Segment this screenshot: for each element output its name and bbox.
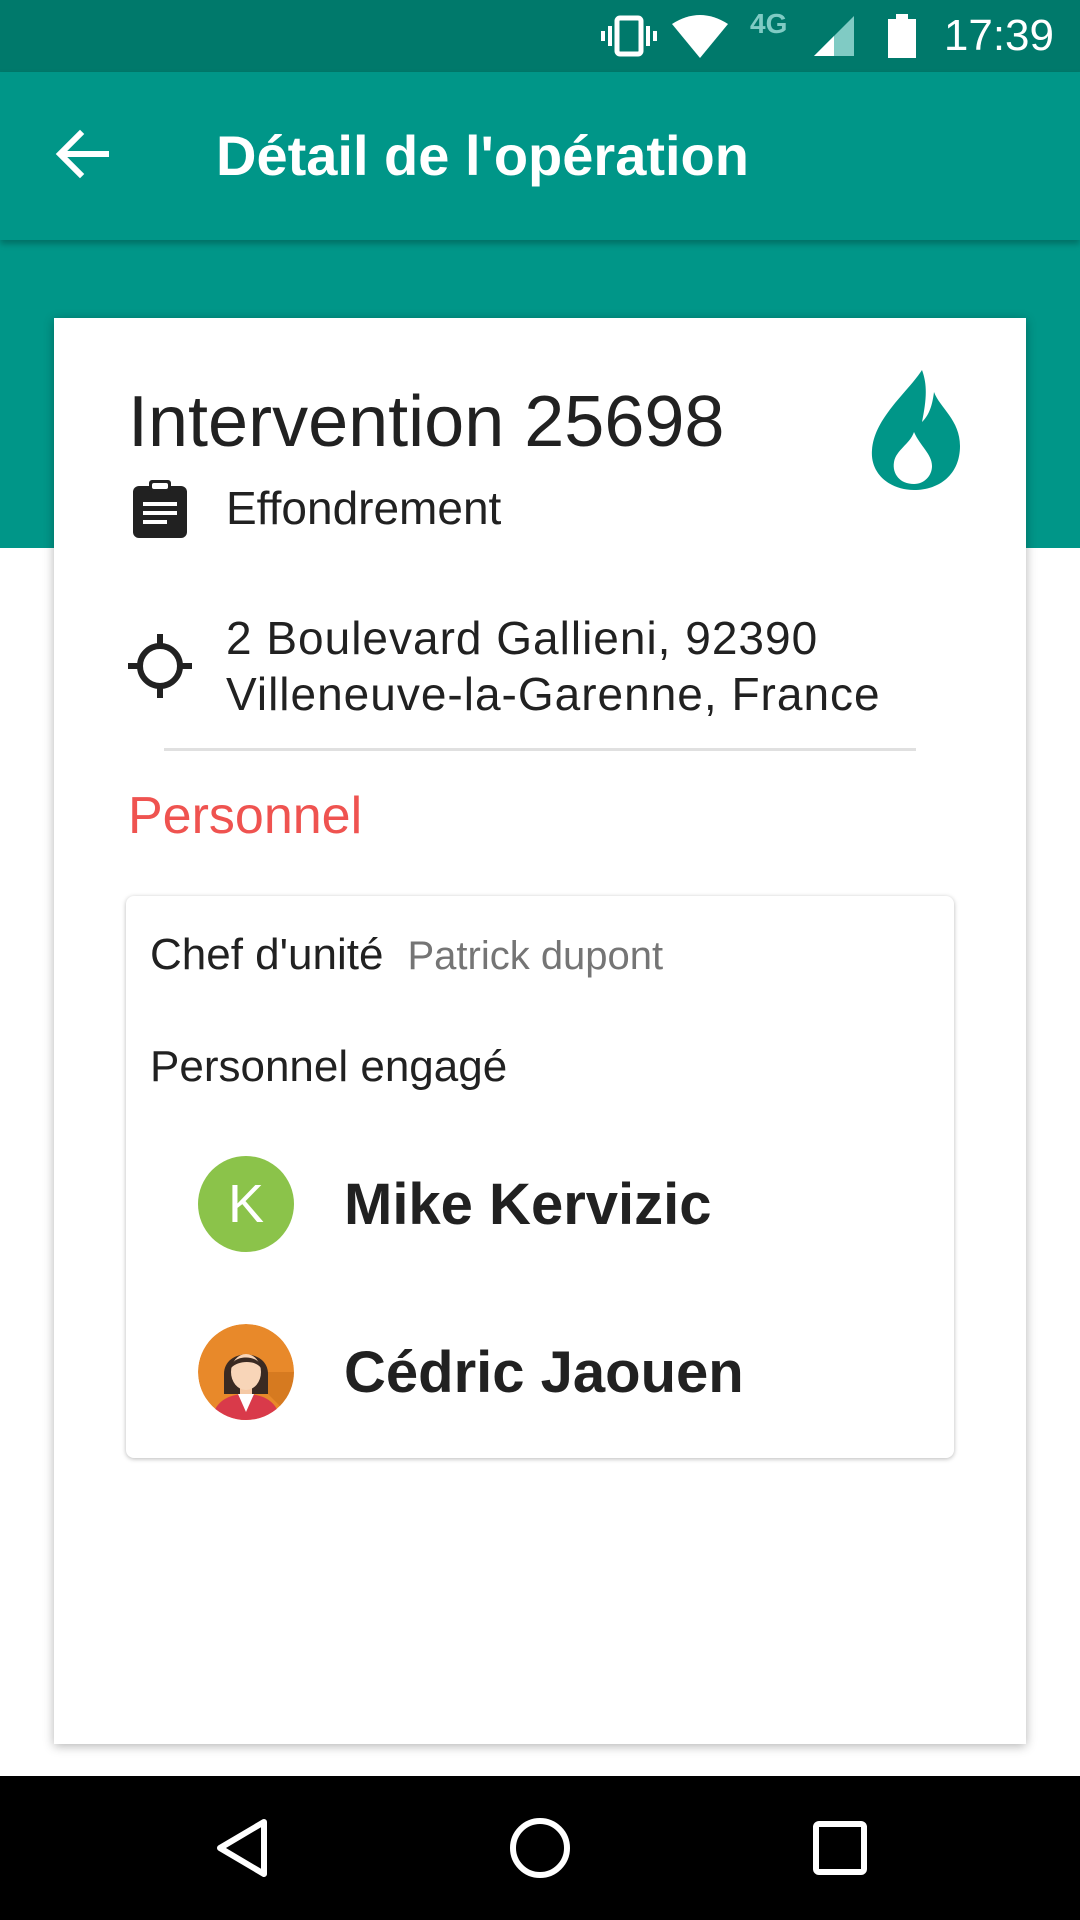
- status-bar: 4G 17:39: [0, 0, 1080, 72]
- operation-title: Intervention 25698: [128, 382, 725, 462]
- status-time: 17:39: [943, 11, 1054, 60]
- vibrate-icon: [601, 15, 657, 57]
- back-triangle-icon: [217, 1819, 267, 1877]
- page-title: Détail de l'opération: [216, 124, 749, 187]
- operation-card: Intervention 25698 Effondrement 2 Boulev…: [54, 318, 1026, 1744]
- back-button[interactable]: [50, 122, 114, 186]
- clipboard-icon: [128, 476, 192, 540]
- personnel-section-title: Personnel: [128, 787, 363, 845]
- person-avatar-icon: [198, 1324, 294, 1420]
- crosshair-icon: [128, 634, 192, 698]
- member-name: Mike Kervizic: [344, 1171, 712, 1237]
- operation-type-row: Effondrement: [128, 476, 501, 540]
- battery-icon: [888, 14, 916, 58]
- operation-address-row: 2 Boulevard Gallieni, 92390 Villeneuve-l…: [128, 610, 881, 722]
- operation-type: Effondrement: [226, 482, 502, 534]
- member-name: Cédric Jaouen: [344, 1339, 744, 1405]
- system-nav-bar: [0, 1776, 1080, 1920]
- unit-chief-label: Chef d'unité: [150, 930, 384, 979]
- engaged-personnel-label: Personnel engagé: [150, 1042, 508, 1091]
- divider: [164, 748, 916, 751]
- avatar: [198, 1324, 294, 1420]
- home-circle-icon: [510, 1818, 570, 1878]
- personnel-card: Chef d'unité Patrick dupont Personnel en…: [126, 896, 954, 1458]
- network-type-label: 4G: [750, 8, 788, 39]
- flame-icon: [871, 370, 960, 490]
- wifi-icon: [672, 15, 728, 58]
- operation-address: 2 Boulevard Gallieni, 92390 Villeneuve-l…: [226, 610, 881, 722]
- nav-back-button[interactable]: [206, 1812, 278, 1884]
- app-bar: Détail de l'opération: [0, 72, 1080, 240]
- address-line-2: Villeneuve-la-Garenne, France: [226, 668, 881, 720]
- nav-home-button[interactable]: [504, 1812, 576, 1884]
- cell-signal-icon: [814, 16, 854, 56]
- unit-chief-value: Patrick dupont: [407, 934, 664, 978]
- recents-square-icon: [813, 1821, 867, 1875]
- nav-recents-button[interactable]: [804, 1812, 876, 1884]
- address-line-1: 2 Boulevard Gallieni, 92390: [226, 612, 819, 664]
- arrow-back-icon: [55, 129, 109, 179]
- avatar: K: [198, 1156, 294, 1252]
- personnel-list-item[interactable]: Cédric Jaouen: [198, 1324, 744, 1420]
- unit-chief-row: Chef d'unité Patrick dupont: [150, 930, 663, 980]
- personnel-list-item[interactable]: K Mike Kervizic: [198, 1156, 712, 1252]
